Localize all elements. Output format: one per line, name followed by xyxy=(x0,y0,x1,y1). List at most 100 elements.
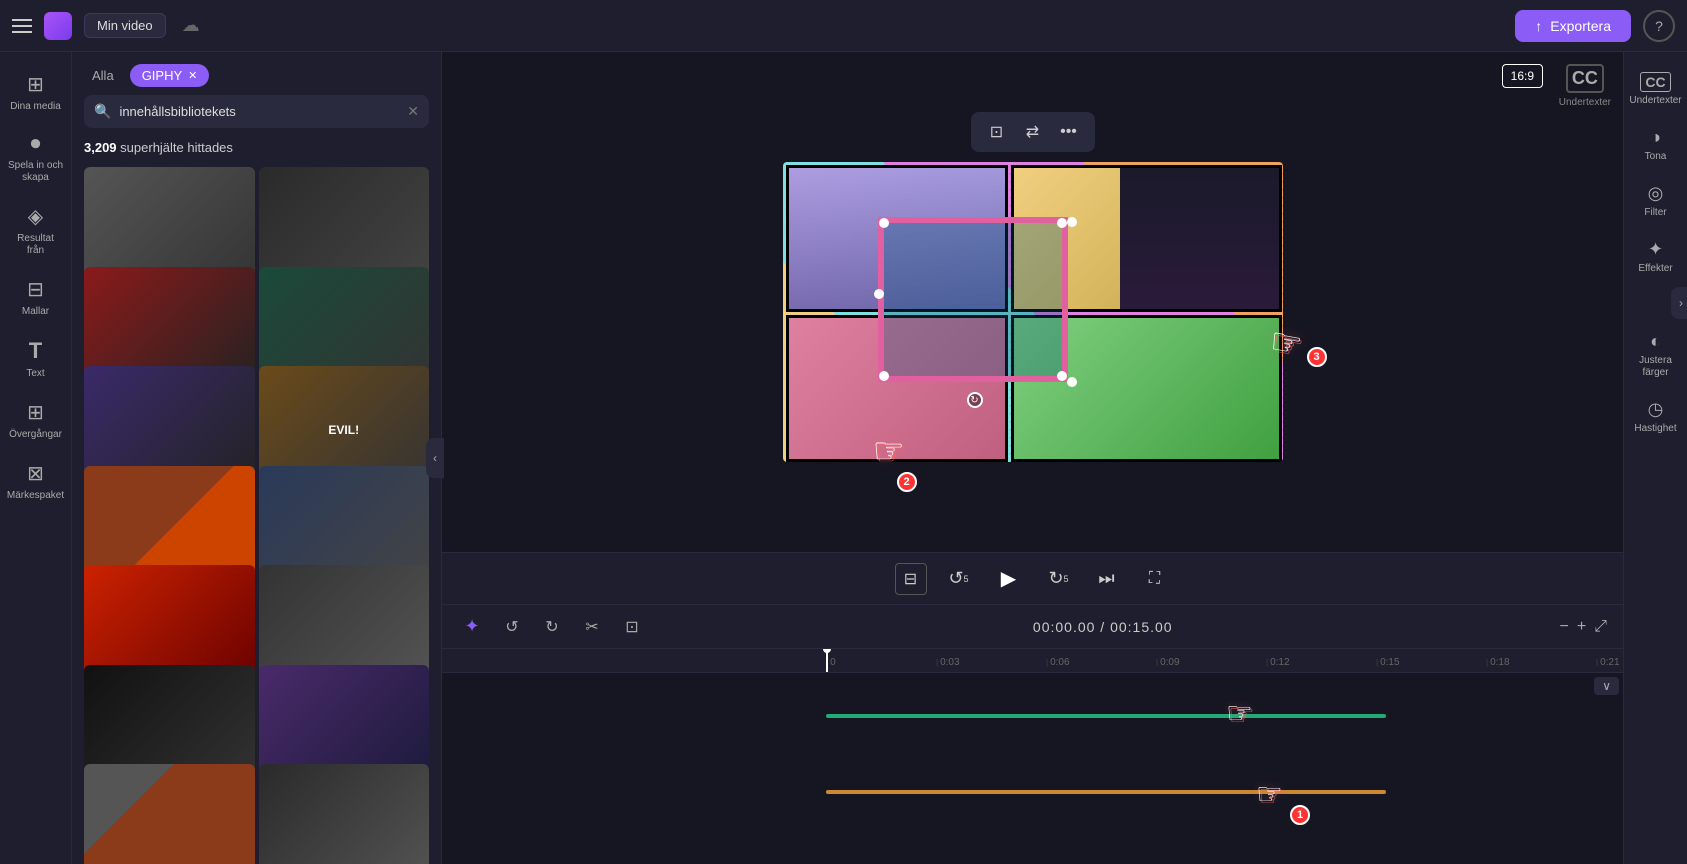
crop-handle-br[interactable] xyxy=(1057,371,1067,381)
search-bar: 🔍 innehållsbibliotekets ✕ xyxy=(84,95,429,128)
timeline-tracks: ⏸ ⏸ xyxy=(442,673,1623,839)
panel-collapse-button[interactable]: ‹ xyxy=(426,438,444,478)
subtitle-toggle-button[interactable]: ⊟ xyxy=(895,563,927,595)
video-frame: ↻ xyxy=(783,162,1283,462)
fullscreen-button[interactable]: ⛶ xyxy=(1139,563,1171,595)
transitions-label: Övergångar xyxy=(9,429,62,441)
record-icon: ⏺ xyxy=(31,133,41,156)
cc-panel-icon: CC xyxy=(1640,72,1670,92)
sidebar-item-record[interactable]: ⏺ Spela in och skapa xyxy=(4,125,68,192)
loop-tool-button[interactable]: ⇄ xyxy=(1019,118,1047,146)
play-button[interactable]: ▶ xyxy=(991,561,1027,597)
video-toolbar: ⊡ ⇄ ••• xyxy=(971,112,1095,152)
media-thumb-13[interactable] xyxy=(84,764,255,864)
scissors-button[interactable]: ✂ xyxy=(578,613,606,641)
comic-track[interactable] xyxy=(826,790,1386,794)
adjust-icon: ◐ xyxy=(1650,331,1661,352)
media-grid: EVIL! xyxy=(72,163,441,864)
playback-controls: ⊟ ↺5 ▶ ↻5 ⏭ ⛶ xyxy=(442,552,1623,604)
media-panel: Alla GIPHY ✕ 🔍 innehållsbibliotekets ✕ 3… xyxy=(72,52,442,864)
sidebar-item-brand[interactable]: ⊠ Märkespaket xyxy=(4,453,68,510)
step-badge-3: 3 xyxy=(1307,347,1327,367)
media-thumb-14[interactable] xyxy=(259,764,430,864)
sidebar-item-results[interactable]: ◈ Resultat från xyxy=(4,196,68,265)
topbar: Min video ☁ ↑ Exportera ? xyxy=(0,0,1687,52)
export-icon: ↑ xyxy=(1535,18,1542,34)
crop-handle-bl[interactable] xyxy=(879,371,889,381)
undo-button[interactable]: ↺ xyxy=(498,613,526,641)
effects-label: Effekter xyxy=(1638,263,1672,275)
crop-frame xyxy=(878,217,1068,382)
timeline-collapse-button[interactable]: ∨ xyxy=(1594,677,1619,695)
help-button[interactable]: ? xyxy=(1643,10,1675,42)
app-logo xyxy=(44,12,72,40)
main-content: ⊞ Dina media ⏺ Spela in och skapa ◈ Resu… xyxy=(0,52,1687,864)
crop-handle-tr[interactable] xyxy=(1057,218,1067,228)
skip-back-5-button[interactable]: ↺5 xyxy=(943,563,975,595)
ruler-mark-0: 0 xyxy=(826,657,936,668)
sidebar-item-transitions[interactable]: ⊞ Övergångar xyxy=(4,392,68,449)
right-panel-subtitles[interactable]: CC Undertexter xyxy=(1626,64,1686,115)
magic-tool-button[interactable]: ✦ xyxy=(458,613,486,641)
more-options-button[interactable]: ••• xyxy=(1055,118,1083,146)
hand-cursor-3: ☞ xyxy=(1267,320,1306,367)
tab-all[interactable]: Alla xyxy=(84,64,122,87)
timeline-content: 0 0:03 0:06 0:09 0:12 0:15 0:18 0:21 0:2… xyxy=(442,649,1623,864)
results-icon: ◈ xyxy=(28,204,43,229)
right-panel-filter[interactable]: ◎ Filter xyxy=(1626,175,1686,227)
right-panel-adjust[interactable]: ◐ Justera färger xyxy=(1626,323,1686,387)
crop-handle-mt[interactable] xyxy=(1067,217,1077,227)
help-icon: ? xyxy=(1655,18,1663,34)
adjust-label: Justera färger xyxy=(1630,355,1682,379)
result-count: 3,209 superhjälte hittades xyxy=(72,136,441,163)
transitions-icon: ⊞ xyxy=(27,400,44,425)
crop-handle-mr[interactable] xyxy=(1067,377,1077,387)
timeline-section: ✦ ↺ ↻ ✂ ⊡ 00:00.00 / 00:15.00 − + ⤢ xyxy=(442,604,1623,864)
right-panel-effects[interactable]: ✦ Effekter xyxy=(1626,231,1686,283)
duplicate-button[interactable]: ⊡ xyxy=(618,613,646,641)
rotate-handle[interactable]: ↻ xyxy=(967,392,983,408)
skip-fwd-5-button[interactable]: ↻5 xyxy=(1043,563,1075,595)
aspect-ratio-badge[interactable]: 16:9 xyxy=(1502,64,1543,88)
zoom-in-button[interactable]: + xyxy=(1577,618,1586,636)
subtitles-panel-button[interactable]: CC Undertexter xyxy=(1559,64,1611,108)
giphy-close-icon[interactable]: ✕ xyxy=(188,69,197,82)
zoom-out-button[interactable]: − xyxy=(1560,618,1569,636)
search-input[interactable]: innehållsbibliotekets xyxy=(119,104,399,119)
video-title[interactable]: Min video xyxy=(84,13,166,38)
sidebar-item-text[interactable]: T Text xyxy=(4,330,68,388)
media-label: Dina media xyxy=(10,101,61,113)
ruler-mark-3: 0:03 xyxy=(936,657,1046,668)
crop-tool-button[interactable]: ⊡ xyxy=(983,118,1011,146)
playhead[interactable] xyxy=(826,649,828,672)
ruler-mark-21: 0:21 xyxy=(1596,657,1623,668)
sidebar-item-media[interactable]: ⊞ Dina media xyxy=(4,64,68,121)
effects-icon: ✦ xyxy=(1648,239,1663,260)
step-badge-1: 1 xyxy=(1290,805,1310,825)
sidebar-item-templates[interactable]: ⊟ Mallar xyxy=(4,269,68,326)
hand-cursor-2: ☞ xyxy=(873,430,905,472)
filter-label: Filter xyxy=(1644,207,1666,219)
ruler-mark-9: 0:09 xyxy=(1156,657,1266,668)
crop-handle-ml[interactable] xyxy=(874,289,884,299)
brand-icon: ⊠ xyxy=(27,461,44,486)
search-clear-icon[interactable]: ✕ xyxy=(407,103,419,120)
video-track[interactable]: ⏸ ⏸ xyxy=(826,714,1386,718)
crop-handle-tl[interactable] xyxy=(879,218,889,228)
templates-label: Mallar xyxy=(22,306,49,318)
result-text: superhjälte hittades xyxy=(120,140,233,155)
right-panel-speed[interactable]: ◷ Hastighet xyxy=(1626,391,1686,443)
hamburger-menu[interactable] xyxy=(12,19,32,33)
panel-tabs: Alla GIPHY ✕ xyxy=(72,52,441,95)
right-panel-tone[interactable]: ◑ Tona xyxy=(1626,119,1686,171)
redo-button[interactable]: ↻ xyxy=(538,613,566,641)
ruler-mark-15: 0:15 xyxy=(1376,657,1486,668)
export-button[interactable]: ↑ Exportera xyxy=(1515,10,1631,42)
expand-timeline-button[interactable]: ⤢ xyxy=(1594,618,1607,636)
tab-giphy[interactable]: GIPHY ✕ xyxy=(130,64,210,87)
right-panel-collapse-button[interactable]: › xyxy=(1671,287,1687,319)
ruler-marks: 0 0:03 0:06 0:09 0:12 0:15 0:18 0:21 0:2… xyxy=(442,657,1623,668)
hand-on-video-track: ☞ xyxy=(1226,696,1253,731)
next-frame-button[interactable]: ⏭ xyxy=(1091,563,1123,595)
step-badge-2: 2 xyxy=(897,472,917,492)
